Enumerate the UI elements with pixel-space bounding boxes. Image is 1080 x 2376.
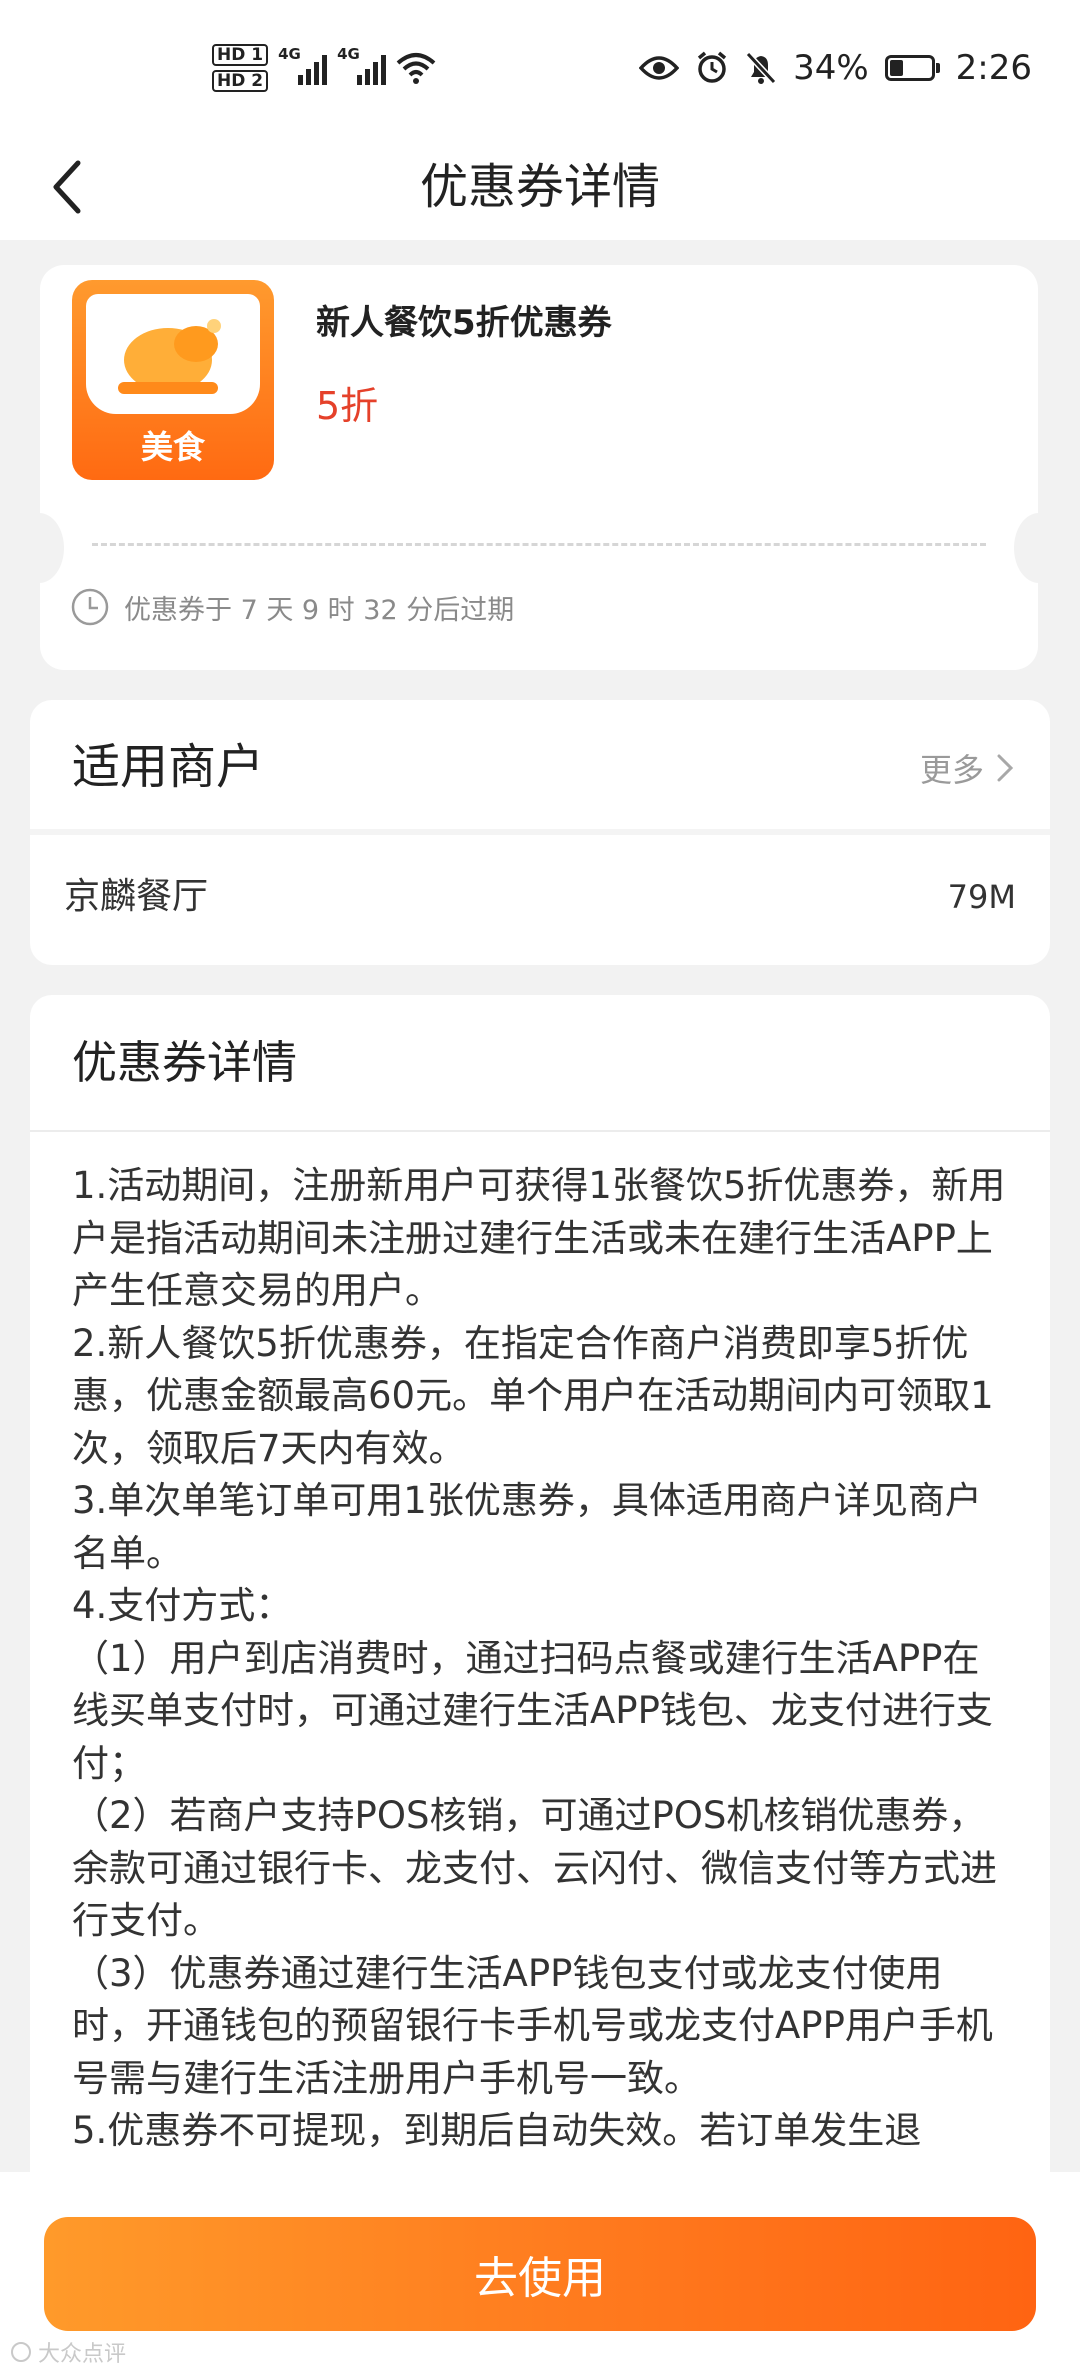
details-section-title: 优惠券详情	[72, 1036, 298, 1089]
bottom-action-bar: 去使用 大众点评	[0, 2172, 1080, 2376]
status-right-group: 34% 2:26	[639, 38, 1032, 98]
more-label: 更多	[919, 750, 984, 789]
merchant-name: 京麟餐厅	[64, 876, 209, 917]
merchant-distance: 79M	[947, 878, 1016, 916]
nav-bar: 优惠券详情	[0, 135, 1080, 240]
page-title: 优惠券详情	[419, 159, 660, 215]
roast-chicken-icon	[118, 319, 221, 394]
coupon-card: 美食 新人餐饮5折优惠券 5折 优惠券于 7 天 9 时 32 分后过期	[14, 265, 1064, 670]
coupon-expire-text: 优惠券于 7 天 9 时 32 分后过期	[124, 594, 515, 626]
details-paragraph: 2.新人餐饮5折优惠券，在指定合作商户消费即享5折优惠，优惠金额最高60元。单个…	[72, 1321, 994, 1470]
bell-off-icon	[745, 51, 777, 85]
hd1-badge: HD 1	[212, 44, 269, 66]
details-paragraph: 4.支付方式：	[72, 1584, 293, 1627]
clock-icon	[71, 588, 109, 626]
details-paragraph: （1）用户到店消费时，通过扫码点餐或建行生活APP在线买单支付时，可通过建行生活…	[72, 1636, 993, 1785]
chevron-right-icon	[997, 754, 1014, 781]
coupon-category-label: 美食	[140, 428, 205, 466]
coupon-category-image: 美食	[72, 280, 274, 480]
hd2-badge: HD 2	[212, 70, 269, 92]
details-divider	[30, 1130, 1050, 1132]
merchant-card: 适用商户 更多 京麟餐厅 79M	[30, 700, 1050, 965]
details-paragraph: 1.活动期间，注册新用户可获得1张餐饮5折优惠券，新用户是指活动期间未注册过建行…	[72, 1164, 1006, 1312]
coupon-notch-left	[14, 513, 64, 583]
details-paragraph: 5.优惠券不可提现，到期后自动失效。若订单发生退	[72, 2109, 922, 2152]
details-body: 1.活动期间，注册新用户可获得1张餐饮5折优惠券，新用户是指活动期间未注册过建行…	[72, 1160, 1008, 2158]
alarm-icon	[697, 51, 727, 83]
hd-indicators: HD 1 HD 2	[212, 44, 269, 92]
coupon-discount: 5折	[316, 384, 379, 428]
details-paragraph: 3.单次单笔订单可用1张优惠券，具体适用商户详见商户名单。	[72, 1479, 982, 1575]
signal-icon-2: 4G	[337, 45, 387, 85]
watermark-logo-icon	[11, 2342, 31, 2362]
network-type-label-2: 4G	[337, 45, 360, 63]
signal-icon: 4G	[278, 45, 328, 85]
coupon-notch-right	[1014, 513, 1064, 583]
more-merchants-button[interactable]: 更多	[920, 700, 1014, 835]
network-type-label: 4G	[278, 45, 301, 63]
merchant-card-header: 适用商户 更多	[30, 700, 1050, 835]
coupon-expire-row: 优惠券于 7 天 9 时 32 分后过期	[70, 587, 514, 627]
watermark: 大众点评	[10, 2336, 126, 2368]
merchant-row[interactable]: 京麟餐厅 79M	[30, 835, 1050, 959]
details-paragraph: （2）若商户支持POS核销，可通过POS机核销优惠券，余款可通过银行卡、龙支付、…	[72, 1794, 997, 1942]
watermark-text: 大众点评	[38, 2342, 127, 2367]
details-paragraph: （3）优惠券通过建行生活APP钱包支付或龙支付使用时，开通钱包的预留银行卡手机号…	[72, 1951, 993, 2100]
status-bar: HD 1 HD 2 4G 4G 34% 2:26	[0, 0, 1080, 135]
battery-icon	[884, 55, 940, 81]
status-left-group: HD 1 HD 2 4G 4G	[212, 38, 436, 98]
details-card: 优惠券详情 1.活动期间，注册新用户可获得1张餐饮5折优惠券，新用户是指活动期间…	[30, 995, 1050, 2376]
wifi-icon	[396, 53, 436, 84]
battery-percent: 34%	[793, 48, 869, 88]
coupon-divider	[92, 543, 986, 546]
coupon-name: 新人餐饮5折优惠券	[316, 303, 612, 343]
merchant-section-title: 适用商户	[72, 739, 265, 795]
clock-time: 2:26	[955, 48, 1032, 88]
eye-icon	[639, 56, 680, 80]
use-coupon-button[interactable]: 去使用	[44, 2217, 1036, 2331]
